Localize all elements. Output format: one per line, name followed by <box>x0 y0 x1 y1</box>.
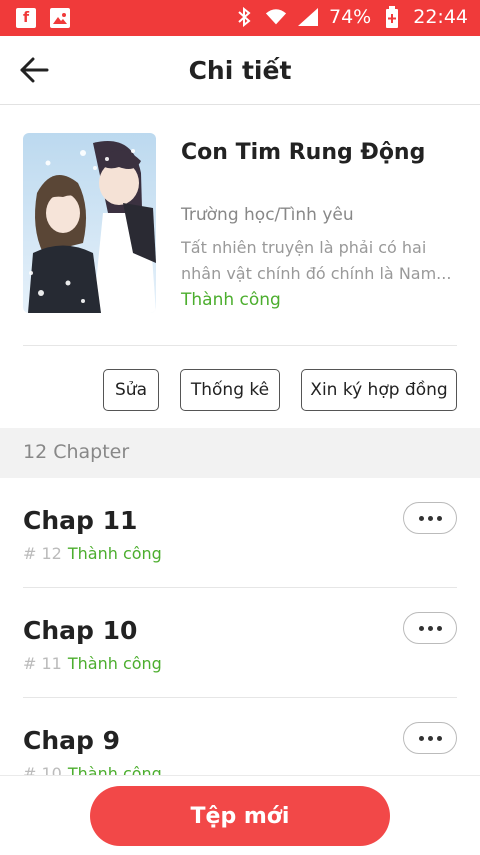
more-icon <box>418 625 424 631</box>
bottom-bar: Tệp mới <box>0 775 480 855</box>
new-file-button[interactable]: Tệp mới <box>90 786 390 846</box>
book-cover[interactable] <box>23 133 156 313</box>
chapter-meta: # 12 Thành công <box>23 544 162 563</box>
top-bar: Chi tiết <box>0 36 480 105</box>
more-options-button[interactable] <box>403 722 457 754</box>
more-icon <box>418 735 424 741</box>
contract-button[interactable]: Xin ký hợp đồng <box>301 369 457 411</box>
facebook-icon: f <box>16 8 36 28</box>
battery-percent: 74% <box>329 6 372 28</box>
chapter-meta: # 11 Thành công <box>23 654 162 673</box>
more-options-button[interactable] <box>403 612 457 644</box>
chapter-status: Thành công <box>67 654 162 673</box>
wifi-icon <box>265 6 287 28</box>
page-title: Chi tiết <box>188 56 292 85</box>
chapters-header: 12 Chapter <box>0 428 480 478</box>
list-item[interactable]: Chap 10 # 11 Thành công <box>0 588 480 698</box>
edit-button[interactable]: Sửa <box>103 369 159 411</box>
book-title: Con Tim Rung Động <box>181 140 426 165</box>
chapter-number: # 11 <box>23 654 62 673</box>
chapter-title: Chap 10 <box>23 616 138 645</box>
book-status: Thành công <box>181 290 281 310</box>
book-description: Tất nhiên truyện là phải có hai nhân vật… <box>181 238 452 283</box>
divider <box>23 345 457 346</box>
signal-icon <box>297 6 319 28</box>
stats-button[interactable]: Thống kê <box>180 369 280 411</box>
more-icon <box>418 515 424 521</box>
status-bar: f 74% 22:44 <box>0 0 480 36</box>
gallery-icon <box>50 8 70 28</box>
list-item[interactable]: Chap 11 # 12 Thành công <box>0 478 480 588</box>
chapter-title: Chap 9 <box>23 726 121 755</box>
more-options-button[interactable] <box>403 502 457 534</box>
chapter-title: Chap 11 <box>23 506 138 535</box>
chapter-count: 12 Chapter <box>23 441 130 463</box>
battery-icon <box>381 6 403 28</box>
bluetooth-icon <box>233 6 255 28</box>
book-genre: Trường học/Tình yêu <box>181 205 354 225</box>
chapter-number: # 12 <box>23 544 62 563</box>
clock: 22:44 <box>413 6 468 28</box>
chapter-status: Thành công <box>67 544 162 563</box>
